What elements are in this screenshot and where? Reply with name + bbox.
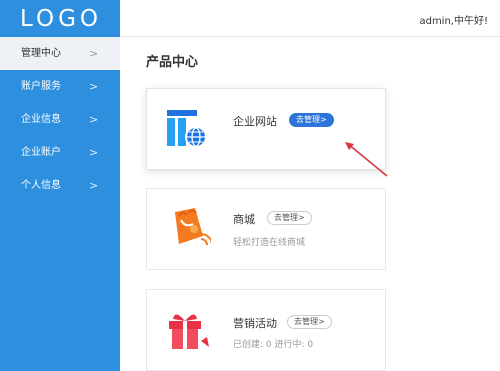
campaign-stats: 已创建: 0 进行中: 0 <box>233 340 314 350</box>
website-icon <box>167 110 207 148</box>
logo: LOGO <box>20 6 103 32</box>
sidebar-item-account-services[interactable]: 账户服务 > <box>0 70 120 103</box>
chevron-right-icon: > <box>89 47 99 60</box>
shopping-bag-icon <box>175 208 211 246</box>
sidebar-item-label: 个人信息 <box>21 180 61 191</box>
chevron-right-icon: > <box>89 146 99 159</box>
sidebar-nav: 管理中心 > 账户服务 > 企业信息 > 企业账户 > 个人信息 > <box>0 37 120 202</box>
chevron-right-icon: > <box>89 80 99 93</box>
sidebar-item-label: 账户服务 <box>21 81 61 92</box>
product-name: 企业网站 <box>233 115 277 128</box>
top-header: admin,中午好! <box>120 0 500 37</box>
product-name: 营销活动 <box>233 317 277 330</box>
sidebar-item-company-info[interactable]: 企业信息 > <box>0 103 120 136</box>
sidebar-item-personal-info[interactable]: 个人信息 > <box>0 169 120 202</box>
sidebar-item-company-account[interactable]: 企业账户 > <box>0 136 120 169</box>
chevron-right-icon: > <box>89 113 99 126</box>
user-greeting[interactable]: admin,中午好! <box>419 12 488 27</box>
product-description: 轻松打造在线商城 <box>233 238 306 248</box>
page-title: 产品中心 <box>146 55 199 70</box>
sidebar-item-label: 企业信息 <box>21 114 61 125</box>
chevron-right-icon: > <box>89 179 99 192</box>
manage-mall-button[interactable]: 去管理> <box>267 211 312 225</box>
gift-icon <box>169 314 209 349</box>
sidebar-item-label: 企业账户 <box>21 147 61 158</box>
annotation-arrow-icon <box>345 142 388 177</box>
product-card-mall[interactable]: 商城 去管理> 轻松打造在线商城 <box>146 188 386 270</box>
product-card-marketing[interactable]: 营销活动 去管理> 已创建: 0 进行中: 0 <box>146 289 386 371</box>
manage-website-button[interactable]: 去管理> <box>289 113 334 127</box>
sidebar-item-management-center[interactable]: 管理中心 > <box>0 37 120 70</box>
manage-marketing-button[interactable]: 去管理> <box>287 315 332 329</box>
sidebar-item-label: 管理中心 <box>21 48 61 59</box>
product-name: 商城 <box>233 213 255 226</box>
sidebar: LOGO 管理中心 > 账户服务 > 企业信息 > 企业账户 > 个人信息 > <box>0 0 120 371</box>
